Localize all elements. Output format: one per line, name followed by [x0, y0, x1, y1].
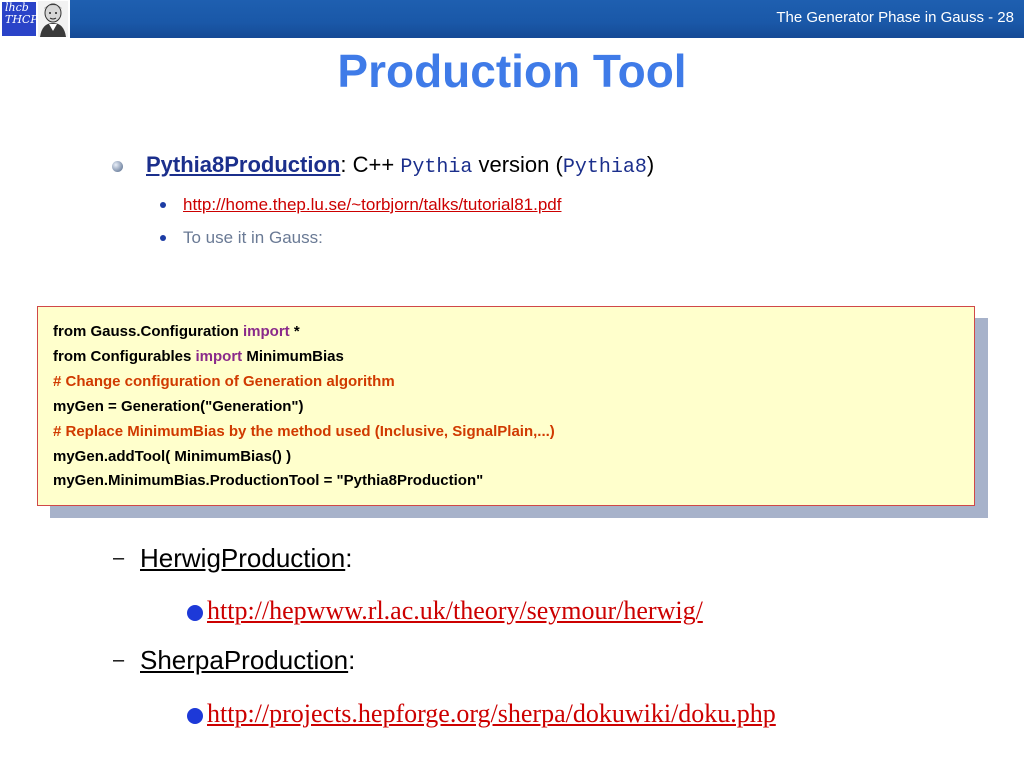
portrait-icon: [38, 1, 68, 37]
sherpa-url-link[interactable]: http://projects.hepforge.org/sherpa/doku…: [207, 699, 776, 728]
close-paren: ): [646, 152, 655, 177]
code-text: MinimumBias: [242, 348, 344, 365]
sherpa-colon: :: [348, 645, 356, 675]
header-bar: lhcb THCP The Generator Phase in Gauss -…: [0, 0, 1024, 38]
sherpaproduction-link[interactable]: SherpaProduction: [140, 645, 348, 675]
slide-header-title: The Generator Phase in Gauss - 28: [776, 9, 1014, 26]
pythia-tutorial-link[interactable]: http://home.thep.lu.se/~torbjorn/talks/t…: [183, 195, 561, 214]
code-line-7: myGen.MinimumBias.ProductionTool = "Pyth…: [53, 472, 484, 489]
dot-bullet-icon: [187, 605, 203, 621]
dash-bullet: –: [113, 649, 125, 671]
logo: lhcb THCP: [0, 0, 70, 38]
pythia8-mono: Pythia8: [562, 156, 647, 179]
pythia-sep: :: [340, 152, 347, 177]
code-text: *: [289, 323, 300, 340]
pythia-mono: Pythia: [400, 156, 473, 179]
sphere-bullet-icon: [112, 161, 123, 172]
code-line-1: from Gauss.Configuration import *: [53, 323, 300, 340]
code-line-2: from Configurables import MinimumBias: [53, 348, 344, 365]
dash-bullet: –: [113, 547, 125, 569]
dot-bullet-icon: [160, 202, 166, 208]
herwig-colon: :: [345, 543, 353, 573]
lhcb-logo-icon: lhcb THCP: [2, 2, 38, 36]
logo-text-bottom: THCP: [5, 13, 38, 26]
cpp-text: C++: [352, 152, 395, 177]
code-text: from Configurables: [53, 348, 196, 365]
page-title: Production Tool: [337, 45, 687, 97]
pythia8production-link[interactable]: Pythia8Production: [146, 152, 340, 177]
dot-bullet-icon: [187, 708, 203, 724]
pythia-item-text: Pythia8Production: C++ Pythia version (P…: [146, 152, 654, 179]
code-line-3: # Change configuration of Generation alg…: [53, 373, 395, 390]
code-line-5: # Replace MinimumBias by the method used…: [53, 423, 555, 440]
code-line-6: myGen.addTool( MinimumBias() ): [53, 448, 292, 465]
code-keyword: import: [243, 323, 290, 340]
herwig-url-link[interactable]: http://hepwww.rl.ac.uk/theory/seymour/he…: [207, 596, 703, 625]
code-box: from Gauss.Configuration import * from C…: [37, 306, 975, 506]
use-in-gauss-text: To use it in Gauss:: [183, 228, 323, 247]
code-keyword: import: [195, 348, 243, 365]
code-line-4: myGen = Generation("Generation"): [53, 398, 304, 415]
herwigproduction-link[interactable]: HerwigProduction: [140, 543, 345, 573]
version-text: version (: [478, 152, 563, 177]
dot-bullet-icon: [160, 235, 166, 241]
code-text: from Gauss.Configuration: [53, 323, 244, 340]
